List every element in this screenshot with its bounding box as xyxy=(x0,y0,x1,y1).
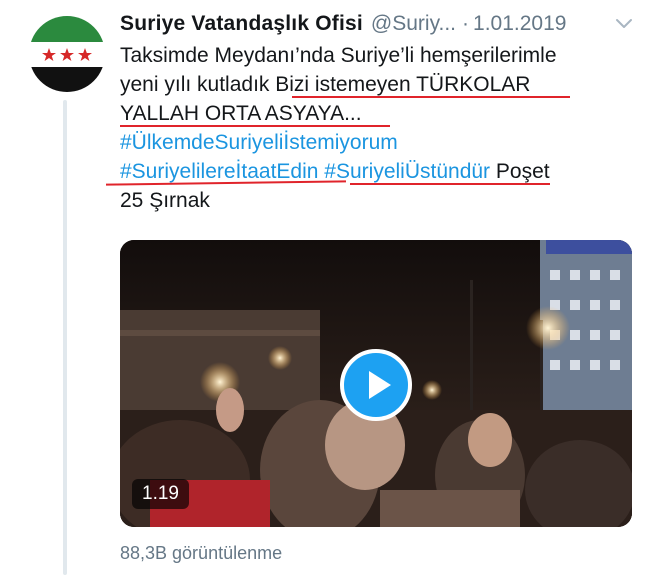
author-handle[interactable]: @Suriy... xyxy=(371,12,456,36)
tweet-text-line: YALLAH ORTA ASYAYA... xyxy=(120,102,362,125)
avatar[interactable] xyxy=(29,16,105,92)
tweet-menu-button[interactable] xyxy=(613,13,635,35)
video-duration-badge: 1.19 xyxy=(132,479,189,509)
thread-connector-line xyxy=(63,100,67,575)
chevron-down-icon xyxy=(616,19,632,28)
video-player[interactable]: 1.19 xyxy=(120,240,632,527)
tweet-text-line: 25 Şırnak xyxy=(120,189,210,212)
play-button[interactable] xyxy=(340,349,412,421)
tweet-date[interactable]: 1.01.2019 xyxy=(473,12,566,36)
hashtag-link[interactable]: #SuriyelilereİtaatEdin xyxy=(120,160,318,183)
tweet-text-fragment: yeni yılı kutladık xyxy=(120,73,276,96)
author-name[interactable]: Suriye Vatandaşlık Ofisi xyxy=(120,12,363,36)
annotation-underline xyxy=(120,125,390,127)
play-icon xyxy=(369,371,391,399)
tweet-body: Taksimde Meydanı’nda Suriye’li hemşerile… xyxy=(120,41,645,215)
separator-dot: · xyxy=(462,12,470,35)
hashtag-link[interactable]: #ÜlkemdeSuriyeliİstemiyorum xyxy=(120,128,645,157)
view-count: 88,3B görüntülenme xyxy=(120,543,283,563)
tweet-text-line: Taksimde Meydanı’nda Suriye’li hemşerile… xyxy=(120,44,557,67)
tweet-text-line: yeni yılı kutladık Bizi istemeyen TÜRKOL… xyxy=(120,70,645,99)
hashtag-link[interactable]: #SuriyeliÜstündür xyxy=(324,160,490,183)
tweet-text-fragment: Poşet xyxy=(490,160,550,183)
annotation-underline xyxy=(350,183,550,185)
flag-avatar-image xyxy=(29,16,105,92)
tweet-text-fragment: Bizi istemeyen TÜRKOLAR xyxy=(275,73,531,96)
tweet-header: Suriye Vatandaşlık Ofisi @Suriy... · 1.0… xyxy=(120,8,566,40)
annotation-underline xyxy=(292,96,570,98)
